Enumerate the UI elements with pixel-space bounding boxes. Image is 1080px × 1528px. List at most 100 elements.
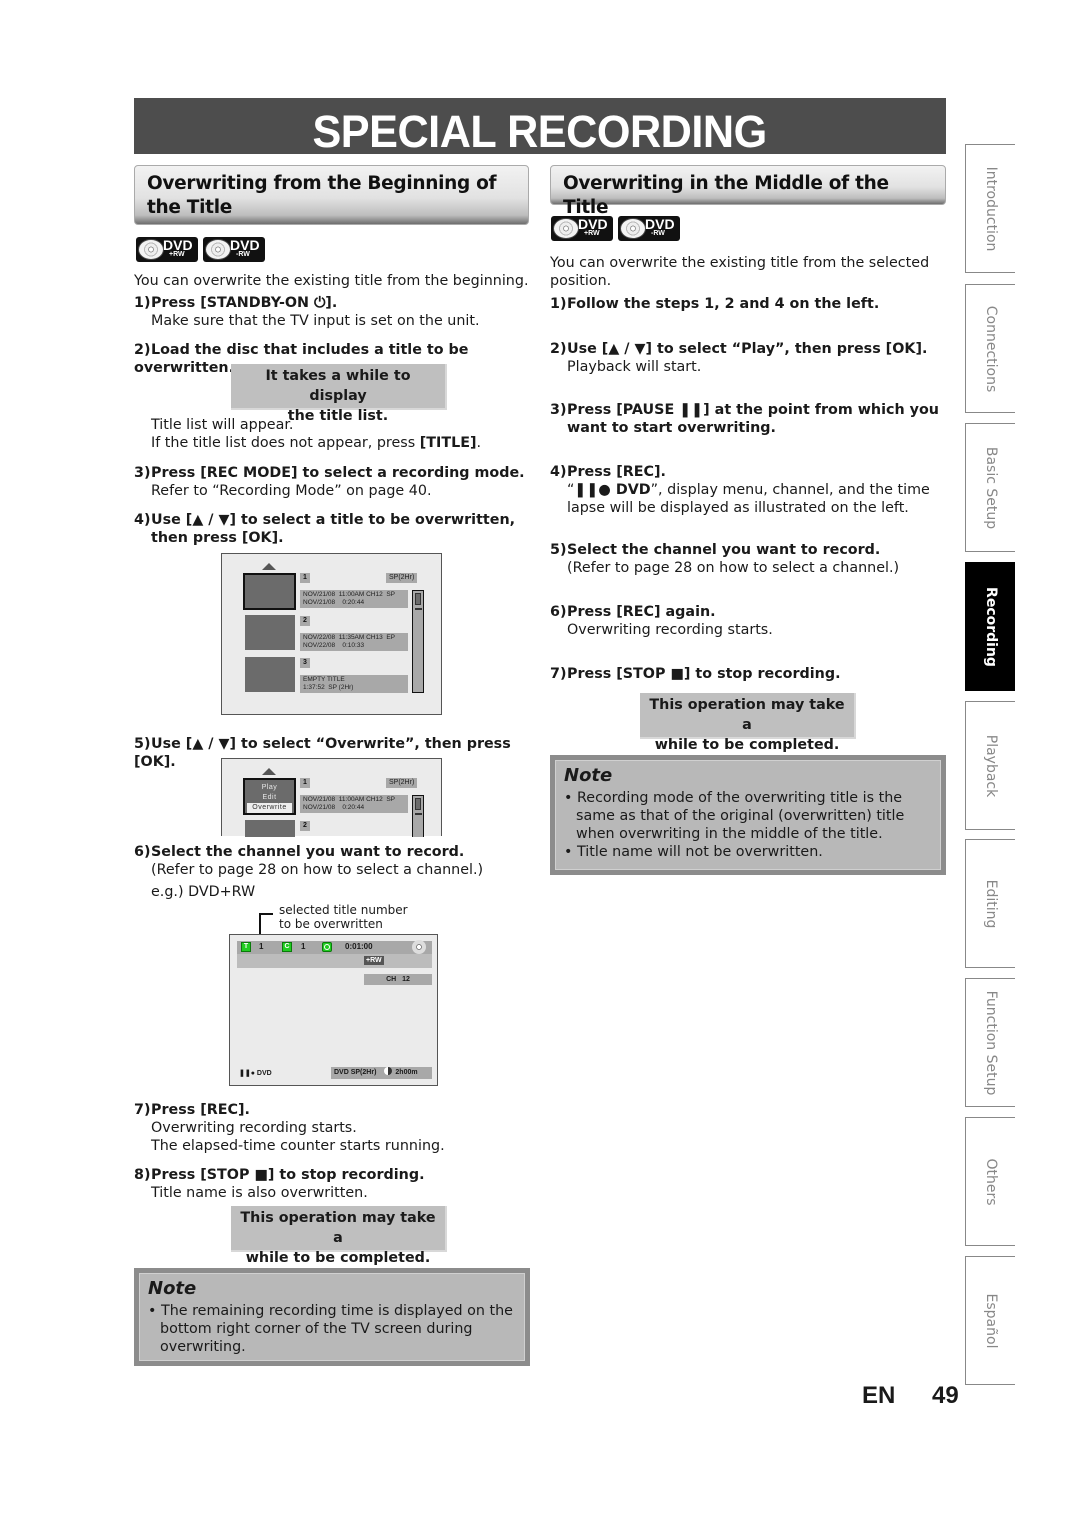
step-body: (Refer to page 28 on how to select a cha…	[567, 560, 900, 576]
annotation-line: to be overwritten	[279, 917, 383, 931]
step-number: 3)	[550, 402, 567, 418]
right-step-2: 2)Use [▲ / ▼] to select “Play”, then pre…	[550, 340, 945, 376]
step-heading-text: Press [STOP ■] to stop recording.	[567, 666, 841, 682]
callout-line: while to be completed.	[245, 1250, 431, 1266]
title-info-line: NOV/21/08 0:20:44	[303, 599, 365, 606]
sidebar-tab-others[interactable]: Others	[965, 1117, 1015, 1246]
step-number: 8)	[134, 1167, 151, 1183]
menu-option-overwrite[interactable]: Overwrite	[247, 803, 292, 813]
overwrite-menu-screen: Play Edit Overwrite 1 SP(2Hr) NOV/21/08 …	[221, 758, 442, 837]
right-step-1: 1)Follow the steps 1, 2 and 4 on the lef…	[550, 295, 945, 313]
step-heading-text: Press [STOP ■] to stop recording.	[151, 1167, 425, 1183]
chapter-number-value: 1	[301, 942, 306, 951]
left-step-4: 4)Use [▲ / ▼] to select a title to be ov…	[134, 511, 529, 547]
title-info-1: NOV/21/08 11:00AM CH12 SP NOV/21/08 0:20:…	[300, 590, 408, 608]
scroll-up-arrow-icon	[262, 768, 276, 775]
step-body: Title name is also overwritten.	[151, 1185, 368, 1201]
tab-label: Introduction	[982, 166, 999, 251]
step-number: 6)	[550, 604, 567, 620]
tab-label: Function Setup	[982, 990, 999, 1095]
title-thumbnail-1[interactable]	[243, 573, 296, 610]
note-item: • The remaining recording time is displa…	[148, 1303, 513, 1355]
title-info-1: NOV/21/08 11:00AM CH12 SP NOV/21/08 0:20:…	[300, 795, 408, 813]
step-number: 3)	[134, 465, 151, 481]
note-item: • Title name will not be overwritten.	[564, 844, 823, 860]
title-icon: T	[241, 942, 251, 952]
note-item-text: Recording mode of the overwriting title …	[576, 790, 905, 842]
note-inner: Note • The remaining recording time is d…	[139, 1273, 525, 1361]
page-title: SPECIAL RECORDING	[312, 106, 768, 154]
sidebar-tab-espanol[interactable]: Español	[965, 1256, 1015, 1385]
scroll-up-arrow-icon	[262, 563, 276, 570]
remaining-time-icon	[384, 1067, 393, 1075]
remaining-time: 2h00m	[395, 1069, 418, 1076]
disc-icon	[553, 218, 579, 239]
step-number: 5)	[134, 736, 151, 752]
badge-sub: -RW	[236, 251, 250, 258]
title-number-value: 1	[259, 942, 264, 951]
dvd-minus-rw-badge: DVD -RW	[203, 237, 265, 262]
title-thumbnail-3[interactable]	[245, 657, 295, 692]
scrollbar-thumb[interactable]	[415, 593, 421, 605]
step-heading-text: Press [PAUSE ❚❚] at the point from which…	[567, 402, 939, 436]
step-heading: 5)Select the channel you want to record.	[550, 541, 945, 559]
callout-operation-wait-right: This operation may take a while to be co…	[640, 693, 856, 753]
page-footer: EN 49	[862, 1382, 959, 1410]
step-heading: 7)Press [STOP ■] to stop recording.	[550, 665, 945, 683]
step-heading-text: Use [▲ / ▼] to select “Play”, then press…	[567, 341, 928, 357]
sidebar-tab-editing[interactable]: Editing	[965, 839, 1015, 968]
menu-option-play[interactable]: Play	[245, 783, 294, 793]
disc-icon	[205, 239, 231, 260]
record-pause-status: ❚❚● DVD	[239, 1069, 272, 1079]
badge-sub: +RW	[584, 230, 600, 237]
step-heading: 3)Press [REC MODE] to select a recording…	[134, 464, 534, 482]
tab-label: Español	[982, 1293, 999, 1348]
osd-top-bar	[237, 941, 432, 954]
title-list-scrollbar[interactable]	[412, 590, 424, 693]
sidebar-tab-basic-setup[interactable]: Basic Setup	[965, 423, 1015, 552]
disc-icon	[620, 218, 646, 239]
step-body: If the title list does not appear, press…	[151, 435, 482, 451]
step-number: 7)	[134, 1102, 151, 1118]
title-context-menu: Play Edit Overwrite	[243, 778, 296, 815]
status-indicator-text: ❚❚● DVD	[574, 482, 651, 498]
callout-operation-wait: This operation may take a while to be co…	[231, 1206, 447, 1266]
note-inner: Note • Recording mode of the overwriting…	[555, 760, 941, 870]
step-body: Overwriting recording starts.	[567, 622, 773, 638]
clock-icon	[322, 942, 332, 952]
section-heading-middle: Overwriting in the Middle of the Title	[550, 165, 946, 218]
sidebar-tab-introduction[interactable]: Introduction	[965, 144, 1015, 273]
sidebar-tab-function-setup[interactable]: Function Setup	[965, 978, 1015, 1107]
example-label: e.g.) DVD+RW	[151, 884, 256, 900]
left-step-7: 7)Press [REC]. Overwriting recording sta…	[134, 1101, 534, 1155]
step-heading: 6)Select the channel you want to record.	[134, 843, 534, 861]
right-intro: You can overwrite the existing title fro…	[550, 255, 930, 289]
left-step-1: 1)Press [STANDBY-ON ⏻]. Make sure that t…	[134, 294, 534, 330]
step-heading-text: Select the channel you want to record.	[567, 542, 881, 558]
step-heading: 6)Press [REC] again.	[550, 603, 945, 621]
annotation-line: selected title number	[279, 903, 408, 917]
title-number: 1	[300, 573, 310, 583]
note-title: Note	[148, 1278, 197, 1299]
status-text: DVD	[256, 1070, 272, 1077]
sidebar-tab-recording[interactable]: Recording	[965, 562, 1015, 691]
title-info-2: NOV/22/08 11:35AM CH13 EP NOV/22/08 0:10:…	[300, 633, 408, 651]
scrollbar-thumb[interactable]	[415, 798, 421, 810]
title-number: 2	[300, 616, 310, 626]
title-thumbnail-2[interactable]	[245, 820, 295, 837]
sidebar-tab-connections[interactable]: Connections	[965, 284, 1015, 413]
recording-mode-label: SP(2Hr)	[386, 778, 418, 788]
callout-line: It takes a while to display	[265, 368, 411, 404]
title-list-scrollbar[interactable]	[412, 795, 424, 837]
sidebar-tab-playback[interactable]: Playback	[965, 701, 1015, 830]
tab-label: Playback	[982, 734, 999, 797]
title-info-line: NOV/21/08 0:20:44	[303, 804, 365, 811]
step-body: Title list will appear.	[151, 417, 294, 433]
menu-option-edit[interactable]: Edit	[245, 793, 294, 803]
right-step-6: 6)Press [REC] again. Overwriting recordi…	[550, 603, 945, 639]
step-heading-text: Press [STANDBY-ON ⏻].	[151, 295, 338, 311]
title-thumbnail-2[interactable]	[245, 615, 295, 650]
step-body: Overwriting recording starts.	[151, 1120, 357, 1136]
annotation-text: selected title number to be overwritten	[279, 903, 408, 931]
callout-line: This operation may take a	[240, 1210, 436, 1246]
